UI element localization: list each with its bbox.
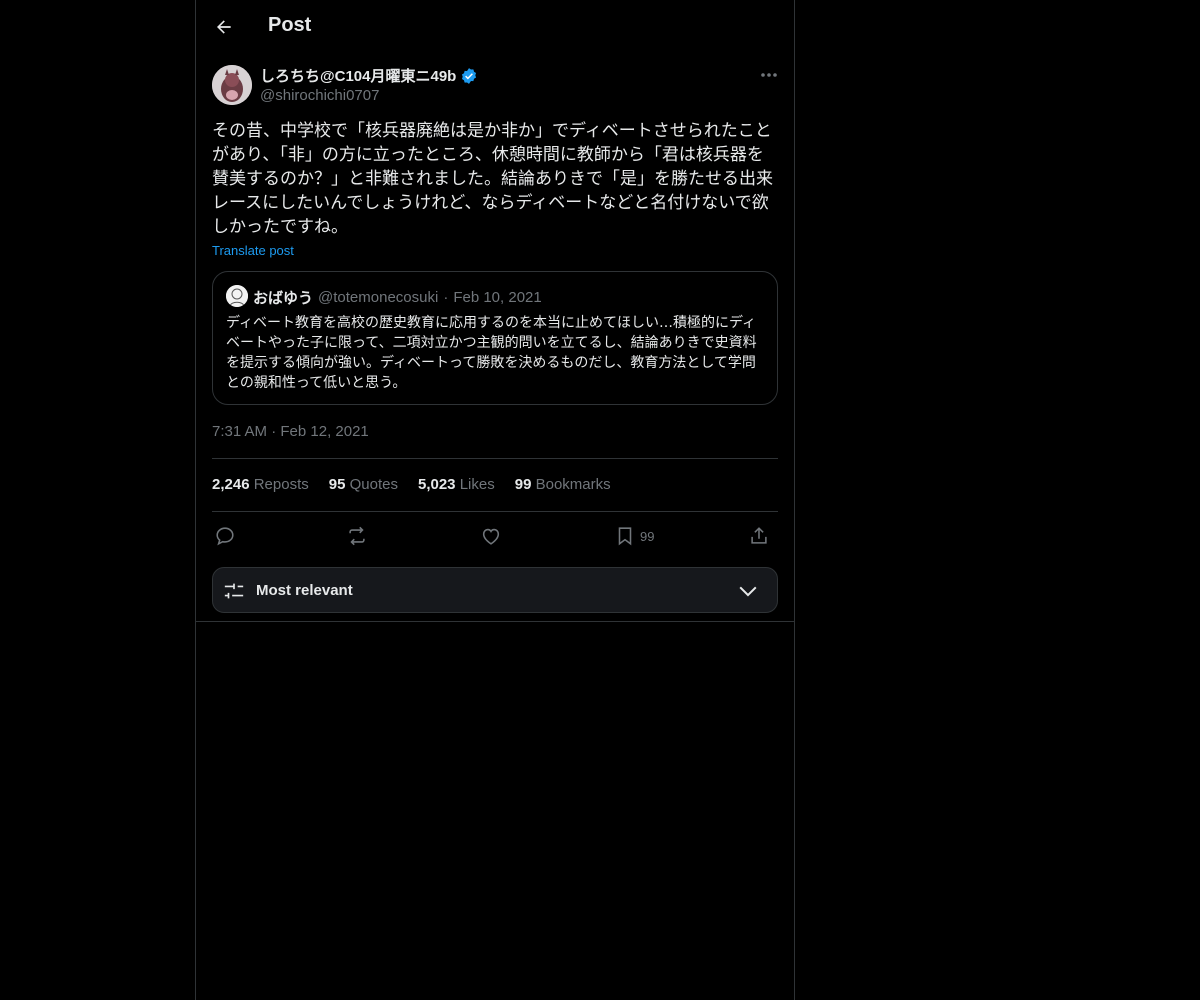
heart-icon <box>482 528 500 545</box>
quoted-post[interactable]: おばゆう @totemonecosuki · Feb 10, 2021 ディベー… <box>212 271 778 405</box>
divider <box>212 458 778 459</box>
share-button[interactable] <box>748 522 770 550</box>
quote-author-avatar <box>226 285 248 307</box>
back-button[interactable] <box>210 13 238 41</box>
post-column: Post しろちち@C104月曜東ニ49b @shirochichi0707 そ… <box>195 0 795 1000</box>
divider <box>196 621 794 622</box>
author-avatar[interactable] <box>212 65 252 105</box>
page-header: Post <box>196 0 794 54</box>
reposts-stat[interactable]: 2,246 Reposts <box>212 476 309 493</box>
bookmarks-stat[interactable]: 99 Bookmarks <box>515 476 611 493</box>
sliders-icon <box>224 583 244 599</box>
post-text: その昔、中学校で「核兵器廃絶は是か非か」でディベートさせられたことがあり、「非」… <box>212 121 773 237</box>
like-button[interactable] <box>480 522 502 550</box>
action-bar: 99 <box>212 522 778 550</box>
quote-avatar-image <box>226 285 248 307</box>
reply-button[interactable] <box>214 522 236 550</box>
post-stats: 2,246 Reposts 95 Quotes 5,023 Likes 99 B… <box>212 476 611 493</box>
share-icon <box>751 527 767 544</box>
quote-date: Feb 10, 2021 <box>453 289 542 306</box>
sort-label: Most relevant <box>256 582 353 599</box>
page-title: Post <box>268 14 312 36</box>
author-name-text: しろちち@C104月曜東ニ49b <box>260 68 457 85</box>
likes-stat[interactable]: 5,023 Likes <box>418 476 495 493</box>
author-name[interactable]: しろちち@C104月曜東ニ49b <box>260 65 478 86</box>
quote-header: おばゆう @totemonecosuki · Feb 10, 2021 <box>253 287 542 308</box>
repost-button[interactable] <box>346 522 368 550</box>
bookmarks-count: 99 <box>514 476 532 493</box>
quotes-count: 95 <box>328 476 346 493</box>
repost-icon <box>349 526 365 546</box>
author-handle[interactable]: @shirochichi0707 <box>260 87 379 104</box>
bookmark-button[interactable]: 99 <box>614 522 654 550</box>
bookmarks-label: Bookmarks <box>535 476 611 493</box>
quote-author-handle: @totemonecosuki <box>318 289 439 306</box>
more-options-button[interactable] <box>756 65 782 85</box>
avatar-image <box>212 65 252 105</box>
translate-post-link[interactable]: Translate post <box>212 243 294 258</box>
quote-separator: · <box>443 289 449 306</box>
reposts-count: 2,246 <box>212 476 250 493</box>
bookmark-count: 99 <box>640 528 655 544</box>
reply-icon <box>216 527 234 546</box>
quote-author-name: おばゆう <box>253 290 314 307</box>
arrow-left-icon <box>217 20 231 34</box>
chevron-down-icon <box>739 586 757 597</box>
post-timestamp[interactable]: 7:31 AM · Feb 12, 2021 <box>212 423 369 440</box>
quote-text: ディベート教育を高校の歴史教育に応用するのを本当に止めてほしい…積極的にディベー… <box>226 315 757 391</box>
quotes-stat[interactable]: 95 Quotes <box>329 476 398 493</box>
reply-sort-dropdown[interactable]: Most relevant <box>212 567 778 613</box>
bookmark-icon <box>618 527 632 546</box>
likes-count: 5,023 <box>417 476 456 493</box>
verified-badge-icon <box>462 67 477 84</box>
divider <box>212 511 778 512</box>
reposts-label: Reposts <box>253 476 309 493</box>
more-horizontal-icon <box>761 73 777 77</box>
likes-label: Likes <box>459 476 495 493</box>
quotes-label: Quotes <box>349 476 398 493</box>
